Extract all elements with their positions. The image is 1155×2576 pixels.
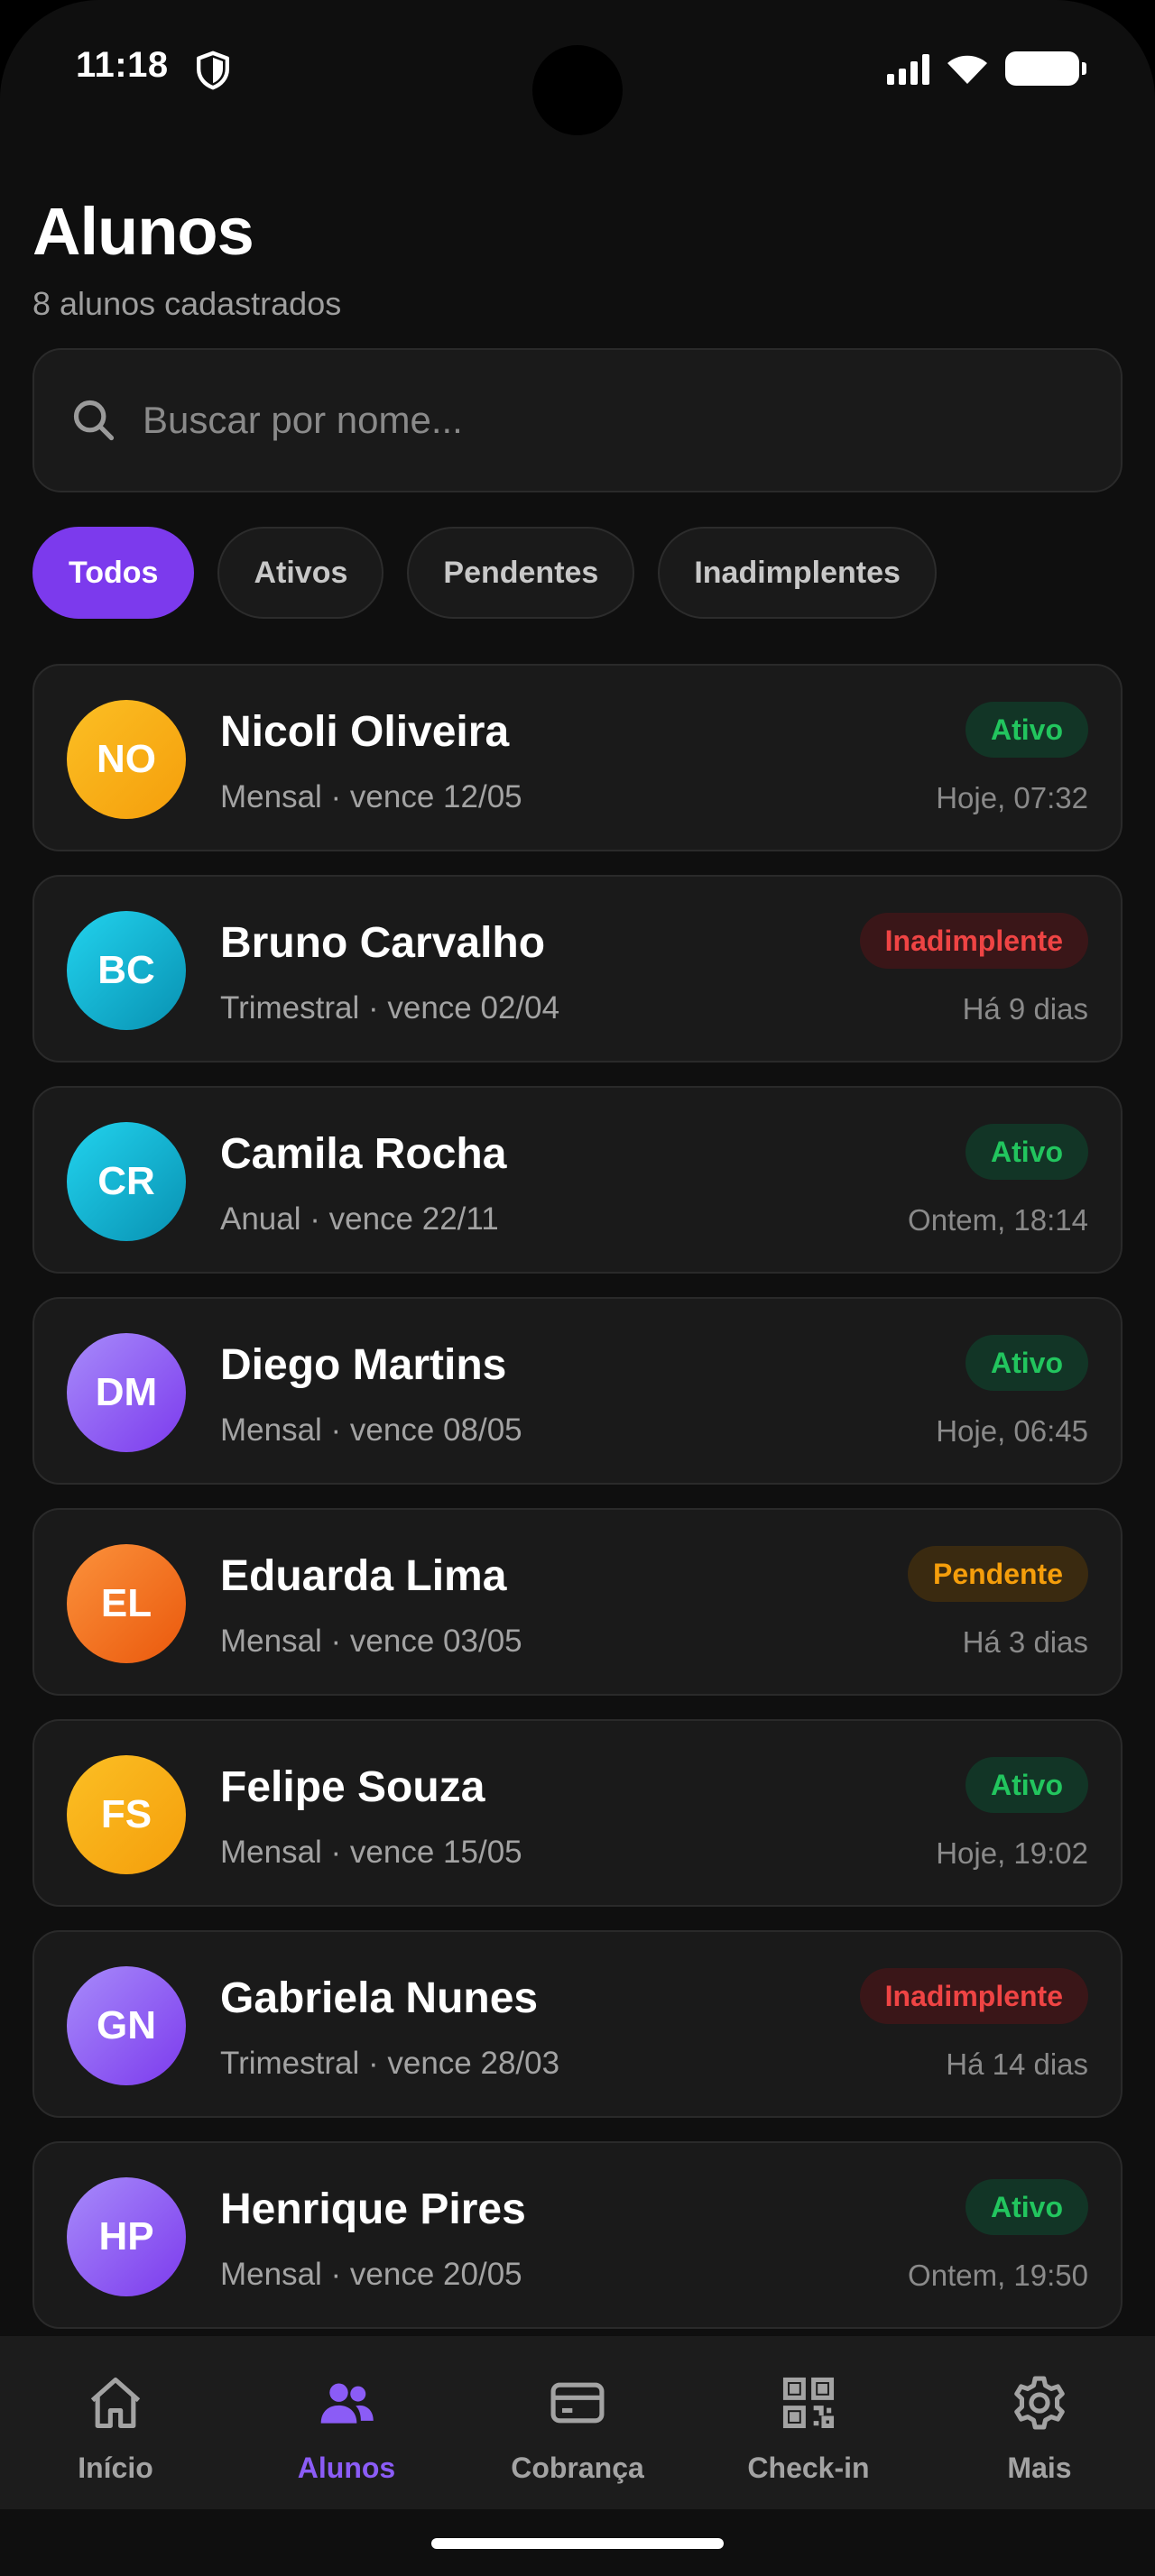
student-card[interactable]: HP Henrique Pires Mensal · vence 20/05 A…	[32, 2141, 1123, 2329]
wifi-icon	[947, 55, 987, 84]
nav-inicio[interactable]: Início	[0, 2336, 231, 2509]
home-icon	[90, 2377, 141, 2429]
search-icon	[73, 400, 115, 441]
filter-todos[interactable]: Todos	[32, 527, 195, 619]
last-checkin: Hoje, 19:02	[936, 1836, 1088, 1870]
status-time: 11:18	[76, 45, 169, 85]
nav-label: Alunos	[297, 2452, 396, 2484]
last-checkin: Há 14 dias	[946, 2047, 1088, 2081]
camera-cutout	[532, 45, 623, 135]
gear-icon	[1014, 2376, 1065, 2430]
status-bar: 11:18	[0, 0, 1155, 144]
status-badge: Ativo	[966, 1757, 1088, 1813]
qr-code-icon	[782, 2377, 835, 2429]
student-name: Bruno Carvalho	[220, 919, 546, 967]
student-name: Eduarda Lima	[220, 1552, 507, 1600]
avatar: HP	[67, 2177, 186, 2296]
student-card[interactable]: NO Nicoli Oliveira Mensal · vence 12/05 …	[32, 664, 1123, 851]
student-plan: Mensal · vence 12/05	[220, 779, 522, 814]
last-checkin: Ontem, 19:50	[908, 2259, 1088, 2292]
status-icons	[887, 51, 1086, 87]
filter-ativos[interactable]: Ativos	[217, 527, 384, 619]
avatar: CR	[67, 1122, 186, 1241]
page-title: Alunos	[32, 194, 254, 269]
status-badge: Inadimplente	[859, 913, 1088, 969]
shield-icon	[197, 51, 229, 90]
last-checkin: Há 9 dias	[962, 992, 1088, 1026]
avatar: EL	[67, 1544, 186, 1663]
student-name: Camila Rocha	[220, 1130, 507, 1178]
bottom-nav: Início Alunos Cobrança Check-in Mais	[0, 2336, 1155, 2509]
last-checkin: Há 3 dias	[962, 1625, 1088, 1659]
last-checkin: Hoje, 06:45	[936, 1414, 1088, 1448]
student-name: Diego Martins	[220, 1341, 507, 1389]
filter-chips: Todos Ativos Pendentes Inadimplentes	[32, 527, 937, 619]
nav-cobranca[interactable]: Cobrança	[462, 2336, 693, 2509]
student-card[interactable]: DM Diego Martins Mensal · vence 08/05 At…	[32, 1297, 1123, 1485]
nav-label: Mais	[1007, 2452, 1072, 2484]
filter-inadimplentes[interactable]: Inadimplentes	[658, 527, 937, 619]
search-box[interactable]	[32, 348, 1123, 492]
app-screen: 11:18 Alunos 8 alunos cadastrados Todos …	[0, 0, 1155, 2576]
status-badge: Inadimplente	[859, 1968, 1088, 2024]
student-name: Gabriela Nunes	[220, 1974, 539, 2022]
battery-icon	[1005, 51, 1086, 86]
avatar: GN	[67, 1966, 186, 2085]
student-card[interactable]: EL Eduarda Lima Mensal · vence 03/05 Pen…	[32, 1508, 1123, 1696]
student-plan: Mensal · vence 03/05	[220, 1624, 522, 1659]
status-badge: Ativo	[966, 1124, 1088, 1180]
student-plan: Anual · vence 22/11	[220, 1201, 499, 1237]
card-icon	[550, 2382, 605, 2424]
student-plan: Mensal · vence 08/05	[220, 1412, 522, 1448]
filter-pendentes[interactable]: Pendentes	[407, 527, 635, 619]
last-checkin: Hoje, 07:32	[936, 781, 1088, 814]
student-name: Nicoli Oliveira	[220, 708, 510, 756]
student-name: Henrique Pires	[220, 2185, 526, 2233]
signal-icon	[887, 52, 929, 85]
avatar: BC	[67, 911, 186, 1030]
status-badge: Ativo	[966, 2179, 1088, 2235]
student-card[interactable]: GN Gabriela Nunes Trimestral · vence 28/…	[32, 1930, 1123, 2118]
users-icon	[320, 2383, 374, 2424]
avatar: FS	[67, 1755, 186, 1874]
last-checkin: Ontem, 18:14	[908, 1203, 1088, 1237]
students-count: 8 alunos cadastrados	[32, 285, 342, 322]
nav-label: Check-in	[747, 2452, 870, 2484]
student-plan: Trimestral · vence 02/04	[220, 990, 560, 1026]
student-plan: Trimestral · vence 28/03	[220, 2046, 560, 2081]
students-list: NO Nicoli Oliveira Mensal · vence 12/05 …	[32, 664, 1123, 2352]
avatar: NO	[67, 700, 186, 819]
nav-mais[interactable]: Mais	[924, 2336, 1155, 2509]
student-card[interactable]: CR Camila Rocha Anual · vence 22/11 Ativ…	[32, 1086, 1123, 1274]
status-badge: Pendente	[907, 1546, 1088, 1602]
status-badge: Ativo	[966, 702, 1088, 758]
nav-label: Cobrança	[511, 2452, 644, 2484]
student-card[interactable]: FS Felipe Souza Mensal · vence 15/05 Ati…	[32, 1719, 1123, 1907]
student-card[interactable]: BC Bruno Carvalho Trimestral · vence 02/…	[32, 875, 1123, 1063]
search-input[interactable]	[143, 399, 1045, 442]
home-indicator[interactable]	[431, 2538, 724, 2549]
avatar: DM	[67, 1333, 186, 1452]
nav-label: Início	[78, 2452, 153, 2484]
student-plan: Mensal · vence 15/05	[220, 1835, 522, 1870]
nav-checkin[interactable]: Check-in	[693, 2336, 924, 2509]
student-name: Felipe Souza	[220, 1763, 485, 1811]
nav-alunos[interactable]: Alunos	[231, 2336, 462, 2509]
status-badge: Ativo	[966, 1335, 1088, 1391]
student-plan: Mensal · vence 20/05	[220, 2257, 522, 2292]
